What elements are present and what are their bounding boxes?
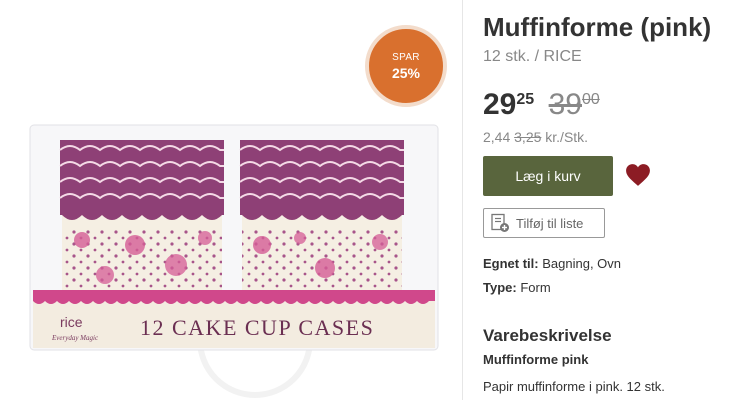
unit-price-unit: kr./Stk. [545, 129, 589, 145]
package-label: 12 CAKE CUP CASES [140, 315, 374, 340]
unit-price: 2,44 3,25 kr./Stk. [483, 129, 588, 145]
unit-price-old: 3,25 [514, 129, 542, 145]
property-label: Type: [483, 280, 517, 295]
product-image-panel[interactable]: rice Everyday Magic 12 CAKE CUP CASES SP… [0, 0, 463, 400]
price-block: 2925 3900 [483, 88, 600, 122]
add-to-list-button[interactable]: Tilføj til liste [483, 208, 605, 238]
product-title: Muffinforme (pink) [483, 12, 712, 42]
add-to-list-label: Tilføj til liste [516, 215, 584, 231]
cup-stack-left [59, 140, 224, 290]
add-to-cart-button[interactable]: Læg i kurv [483, 156, 613, 196]
price-whole: 29 [483, 88, 517, 121]
property-value: Form [520, 280, 551, 295]
discount-badge: SPAR 25% [365, 25, 447, 107]
property-suitable-for: Egnet til: Bagning, Ovn [483, 256, 621, 271]
cup-stack-right [239, 140, 404, 290]
old-price-whole: 39 [548, 88, 582, 121]
description-heading: Varebeskrivelse [483, 326, 612, 345]
property-type: Type: Form [483, 280, 551, 295]
product-subtitle: 12 stk. / RICE [483, 48, 582, 65]
add-to-list-icon [491, 213, 509, 232]
property-label: Egnet til: [483, 256, 539, 271]
description-text: Papir muffinforme i pink. 12 stk. [483, 379, 665, 394]
package-tagline: Everyday Magic [51, 334, 99, 342]
description-subheading: Muffinforme pink [483, 352, 589, 367]
property-value: Bagning, Ovn [542, 256, 622, 271]
package-brand: rice [60, 314, 83, 330]
price-cents: 25 [516, 91, 535, 108]
discount-badge-label: SPAR [392, 51, 420, 63]
heart-icon[interactable] [625, 163, 651, 187]
unit-price-current: 2,44 [483, 129, 511, 145]
discount-badge-percent: 25% [391, 64, 421, 81]
old-price-cents: 00 [582, 91, 600, 108]
